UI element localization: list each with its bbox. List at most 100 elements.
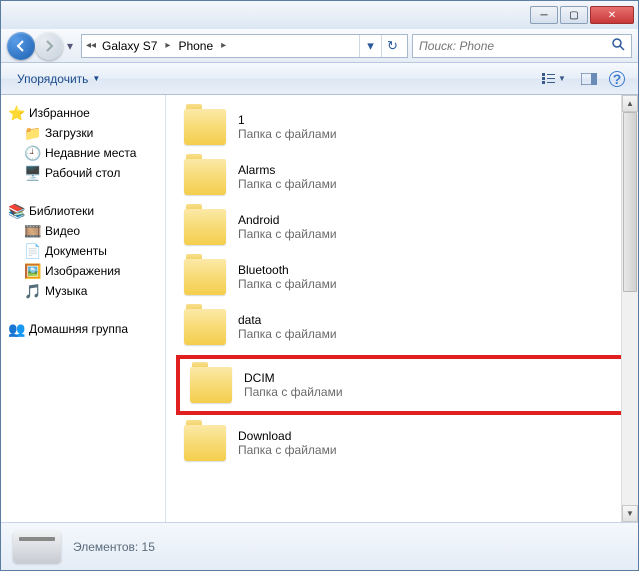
video-icon: 🎞️ — [25, 223, 41, 239]
folder-type: Папка с файлами — [238, 177, 337, 191]
sidebar-homegroup[interactable]: 👥 Домашняя группа — [5, 319, 161, 339]
folder-icon — [184, 209, 226, 245]
scroll-down-button[interactable]: ▼ — [622, 505, 638, 522]
folder-item[interactable]: DownloadПапка с файлами — [176, 419, 628, 467]
folder-name: Android — [238, 213, 337, 227]
breadcrumb-arrow[interactable]: ▸ — [163, 40, 172, 51]
recent-icon: 🕘 — [25, 145, 41, 161]
sidebar-item-label: Загрузки — [45, 126, 93, 140]
refresh-button[interactable]: ↻ — [381, 35, 403, 57]
sidebar-item-pictures[interactable]: 🖼️ Изображения — [5, 261, 161, 281]
folder-name: Bluetooth — [238, 263, 337, 277]
sidebar-item-label: Рабочий стол — [45, 166, 120, 180]
document-icon: 📄 — [25, 243, 41, 259]
sidebar-item-recent[interactable]: 🕘 Недавние места — [5, 143, 161, 163]
desktop-icon: 🖥️ — [25, 165, 41, 181]
search-box[interactable] — [412, 34, 632, 58]
folder-item[interactable]: dataПапка с файлами — [176, 303, 628, 351]
music-icon: 🎵 — [25, 283, 41, 299]
folder-icon — [184, 159, 226, 195]
status-text: Элементов: 15 — [73, 540, 155, 554]
sidebar-label: Библиотеки — [29, 204, 94, 218]
homegroup-icon: 👥 — [9, 321, 25, 337]
search-input[interactable] — [419, 39, 611, 53]
folder-text: DCIMПапка с файлами — [244, 371, 343, 399]
folder-type: Папка с файлами — [238, 327, 337, 341]
statusbar: Элементов: 15 — [1, 522, 638, 570]
folder-icon — [184, 425, 226, 461]
sidebar-libraries[interactable]: 📚 Библиотеки — [5, 201, 161, 221]
search-icon[interactable] — [611, 37, 625, 54]
sidebar: ⭐ Избранное 📁 Загрузки 🕘 Недавние места … — [1, 95, 166, 522]
folder-text: AndroidПапка с файлами — [238, 213, 337, 241]
folder-type: Папка с файлами — [244, 385, 343, 399]
view-button[interactable]: ▼ — [534, 68, 574, 90]
folder-icon — [190, 367, 232, 403]
sidebar-item-downloads[interactable]: 📁 Загрузки — [5, 123, 161, 143]
pictures-icon: 🖼️ — [25, 263, 41, 279]
folder-type: Папка с файлами — [238, 443, 337, 457]
maximize-button[interactable]: ▢ — [560, 6, 588, 24]
folder-text: BluetoothПапка с файлами — [238, 263, 337, 291]
sidebar-item-videos[interactable]: 🎞️ Видео — [5, 221, 161, 241]
help-icon: ? — [609, 71, 625, 87]
breadcrumb-segment[interactable]: Phone — [174, 37, 217, 55]
breadcrumb-segment[interactable]: Galaxy S7 — [98, 37, 161, 55]
sidebar-item-label: Музыка — [45, 284, 87, 298]
breadcrumb-overflow[interactable]: ◂◂ — [86, 40, 96, 51]
sidebar-item-documents[interactable]: 📄 Документы — [5, 241, 161, 261]
folder-type: Папка с файлами — [238, 127, 337, 141]
folder-icon — [184, 259, 226, 295]
folder-name: 1 — [238, 113, 337, 127]
organize-button[interactable]: Упорядочить ▼ — [9, 68, 108, 90]
back-button[interactable] — [7, 32, 35, 60]
folder-type: Папка с файлами — [238, 227, 337, 241]
sidebar-item-label: Изображения — [45, 264, 120, 278]
folder-text: 1Папка с файлами — [238, 113, 337, 141]
sidebar-favorites[interactable]: ⭐ Избранное — [5, 103, 161, 123]
folder-item[interactable]: 1Папка с файлами — [176, 103, 628, 151]
address-dropdown[interactable]: ▾ — [359, 35, 381, 57]
folder-icon: 📁 — [25, 125, 41, 141]
folder-item[interactable]: BluetoothПапка с файлами — [176, 253, 628, 301]
scroll-thumb[interactable] — [623, 112, 637, 292]
folder-name: Download — [238, 429, 337, 443]
titlebar: ─ ▢ ✕ — [1, 1, 638, 29]
explorer-window: ─ ▢ ✕ ▾ ◂◂ Galaxy S7 ▸ Phone ▸ — [0, 0, 639, 571]
sidebar-label: Избранное — [29, 106, 90, 120]
chevron-down-icon: ▼ — [558, 74, 566, 83]
folder-name: DCIM — [244, 371, 343, 385]
sidebar-item-label: Документы — [45, 244, 107, 258]
folder-icon — [184, 309, 226, 345]
content-area: 1Папка с файламиAlarmsПапка с файламиAnd… — [166, 95, 638, 522]
chevron-down-icon: ▼ — [92, 74, 100, 83]
folder-name: data — [238, 313, 337, 327]
scrollbar[interactable]: ▲ ▼ — [621, 95, 638, 522]
preview-pane-button[interactable] — [576, 68, 602, 90]
sidebar-label: Домашняя группа — [29, 322, 128, 336]
folder-item[interactable]: AlarmsПапка с файлами — [176, 153, 628, 201]
folder-type: Папка с файлами — [238, 277, 337, 291]
libraries-icon: 📚 — [9, 203, 25, 219]
sidebar-item-music[interactable]: 🎵 Музыка — [5, 281, 161, 301]
drive-icon — [13, 531, 61, 563]
folder-item[interactable]: AndroidПапка с файлами — [176, 203, 628, 251]
folder-item[interactable]: DCIMПапка с файлами — [176, 355, 628, 415]
breadcrumb: ◂◂ Galaxy S7 ▸ Phone ▸ — [86, 37, 359, 55]
close-button[interactable]: ✕ — [590, 6, 634, 24]
minimize-button[interactable]: ─ — [530, 6, 558, 24]
forward-button[interactable] — [35, 32, 63, 60]
breadcrumb-arrow[interactable]: ▸ — [219, 40, 228, 51]
address-bar[interactable]: ◂◂ Galaxy S7 ▸ Phone ▸ ▾ ↻ — [81, 34, 408, 58]
history-dropdown[interactable]: ▾ — [63, 35, 77, 57]
help-button[interactable]: ? — [604, 68, 630, 90]
folder-icon — [184, 109, 226, 145]
sidebar-item-desktop[interactable]: 🖥️ Рабочий стол — [5, 163, 161, 183]
toolbar: Упорядочить ▼ ▼ ? — [1, 63, 638, 95]
sidebar-item-label: Недавние места — [45, 146, 136, 160]
folder-text: AlarmsПапка с файлами — [238, 163, 337, 191]
folder-text: dataПапка с файлами — [238, 313, 337, 341]
folder-name: Alarms — [238, 163, 337, 177]
organize-label: Упорядочить — [17, 72, 88, 86]
scroll-up-button[interactable]: ▲ — [622, 95, 638, 112]
